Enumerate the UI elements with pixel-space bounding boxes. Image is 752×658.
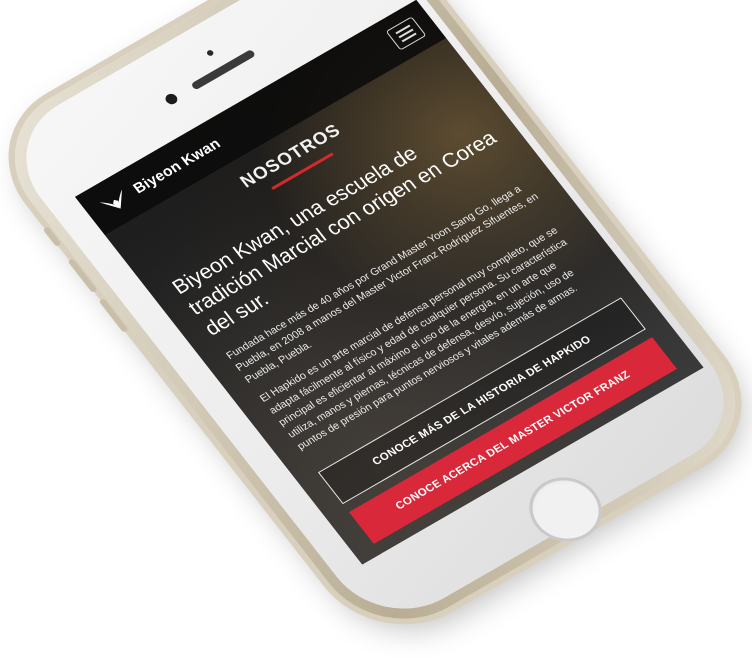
- hamburger-menu-icon[interactable]: [385, 16, 427, 51]
- phone-screen: Biyeon Kwan NOSOTROS Biyeon Kwan, una es…: [75, 0, 704, 565]
- home-button[interactable]: [514, 465, 617, 554]
- eagle-wings-icon[interactable]: [95, 185, 135, 218]
- proximity-sensor-icon: [205, 49, 215, 57]
- front-camera-icon: [163, 91, 180, 107]
- smartphone-mockup: Biyeon Kwan NOSOTROS Biyeon Kwan, una es…: [0, 0, 752, 648]
- earpiece-speaker: [190, 49, 257, 91]
